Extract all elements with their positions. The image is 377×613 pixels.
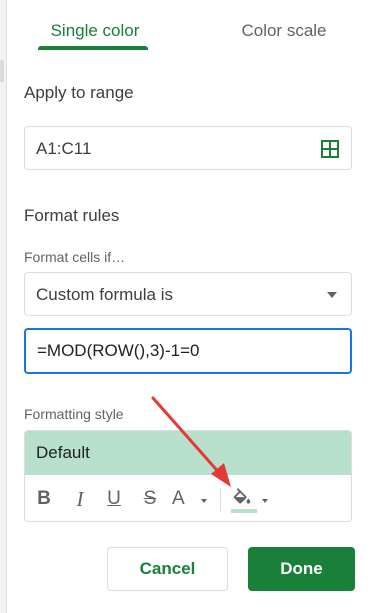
paint-bucket-icon	[233, 488, 251, 504]
tab-color-scale[interactable]: Color scale	[226, 0, 342, 52]
condition-value: Custom formula is	[36, 285, 173, 304]
sheet-edge-marker	[0, 60, 4, 82]
cancel-button[interactable]: Cancel	[107, 547, 228, 591]
grid-icon[interactable]	[321, 140, 339, 158]
range-input[interactable]: A1:C11	[24, 126, 352, 170]
underline-button[interactable]: U	[101, 484, 127, 514]
fill-color-caret-icon	[262, 499, 268, 503]
text-color-caret-icon	[201, 499, 207, 503]
style-preview[interactable]: Default	[25, 431, 351, 475]
toolbar-divider	[220, 488, 221, 512]
formatting-style-label: Formatting style	[24, 406, 124, 422]
done-button[interactable]: Done	[248, 547, 355, 591]
condition-dropdown[interactable]: Custom formula is	[24, 272, 352, 316]
apply-to-range-heading: Apply to range	[24, 83, 134, 102]
bold-button[interactable]: B	[31, 484, 57, 514]
fill-color-swatch	[231, 509, 257, 513]
style-preview-text: Default	[36, 443, 90, 462]
format-cells-if-label: Format cells if…	[24, 249, 126, 265]
range-value: A1:C11	[36, 139, 92, 158]
text-color-button[interactable]: A	[172, 484, 210, 514]
format-rules-heading: Format rules	[24, 206, 120, 225]
rule-type-tabs: Single color Color scale	[0, 0, 377, 52]
strikethrough-button[interactable]: S	[137, 484, 163, 514]
italic-button[interactable]: I	[67, 484, 93, 514]
tab-single-color[interactable]: Single color	[36, 0, 154, 52]
active-tab-indicator	[38, 46, 148, 50]
chevron-down-icon	[327, 292, 337, 298]
custom-formula-input[interactable]: =MOD(ROW(),3)-1=0	[24, 328, 352, 374]
text-color-icon: A	[172, 488, 185, 509]
formula-value: =MOD(ROW(),3)-1=0	[37, 341, 200, 360]
sheet-edge	[0, 0, 7, 613]
